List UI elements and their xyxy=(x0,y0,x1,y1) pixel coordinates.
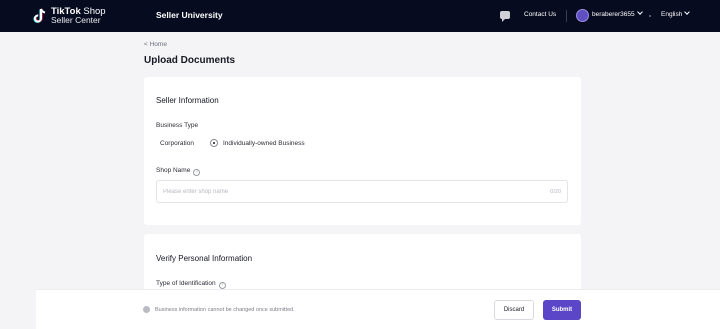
tiktok-shop-logo[interactable]: TikTok Shop Seller Center xyxy=(33,6,106,26)
bottom-action-bar: Business information cannot be changed o… xyxy=(36,289,720,329)
chevron-down-icon xyxy=(684,9,691,15)
id-type-label: Type of Identification? xyxy=(156,280,226,289)
language-label: English xyxy=(661,11,683,18)
nav-divider xyxy=(566,10,567,22)
business-type-radio-group: Corporation Individually-owned Business xyxy=(156,139,321,147)
section-title: Verify Personal Information xyxy=(156,254,253,263)
section-title: Seller Information xyxy=(156,96,219,105)
radio-individually-owned[interactable]: Individually-owned Business xyxy=(209,139,305,147)
breadcrumb-home[interactable]: < Home xyxy=(144,41,167,48)
seller-university-link[interactable]: Seller University xyxy=(156,10,223,20)
submit-button[interactable]: Submit xyxy=(543,300,581,320)
radio-selected-indicator xyxy=(209,139,218,147)
seller-information-card: Seller Information Business Type Corpora… xyxy=(144,77,581,225)
language-selector[interactable]: English xyxy=(661,9,691,18)
radio-corporation[interactable]: Corporation xyxy=(156,140,194,147)
shop-name-input[interactable] xyxy=(163,186,523,198)
username: beraberer3655 xyxy=(592,11,635,18)
shop-name-label-text: Shop Name xyxy=(156,167,191,174)
radio-label-individual: Individually-owned Business xyxy=(222,139,305,147)
tiktok-note-icon xyxy=(33,8,47,24)
help-icon[interactable]: ? xyxy=(193,169,201,176)
info-icon xyxy=(143,306,150,313)
chevron-down-icon xyxy=(636,9,643,15)
notice-text: Business information cannot be changed o… xyxy=(155,307,295,313)
radio-label-corporation: Corporation xyxy=(160,139,194,147)
help-icon[interactable]: ? xyxy=(218,282,226,289)
business-type-label: Business Type xyxy=(156,122,199,129)
shop-name-field[interactable]: 0/20 xyxy=(156,180,568,203)
page-title: Upload Documents xyxy=(144,55,236,66)
account-menu[interactable]: beraberer3655 xyxy=(592,9,643,18)
dot-separator xyxy=(649,15,651,17)
user-avatar[interactable] xyxy=(576,9,589,22)
discard-button[interactable]: Discard xyxy=(494,300,534,320)
contact-us-link[interactable]: Contact Us xyxy=(524,11,556,18)
shop-name-label: Shop Name? xyxy=(156,167,201,176)
char-counter: 0/20 xyxy=(550,189,561,195)
id-type-label-text: Type of Identification xyxy=(156,280,216,287)
top-navigation-bar: TikTok Shop Seller Center Seller Univers… xyxy=(0,0,720,32)
chat-icon[interactable] xyxy=(500,11,510,22)
logo-subtitle: Seller Center xyxy=(51,15,101,25)
